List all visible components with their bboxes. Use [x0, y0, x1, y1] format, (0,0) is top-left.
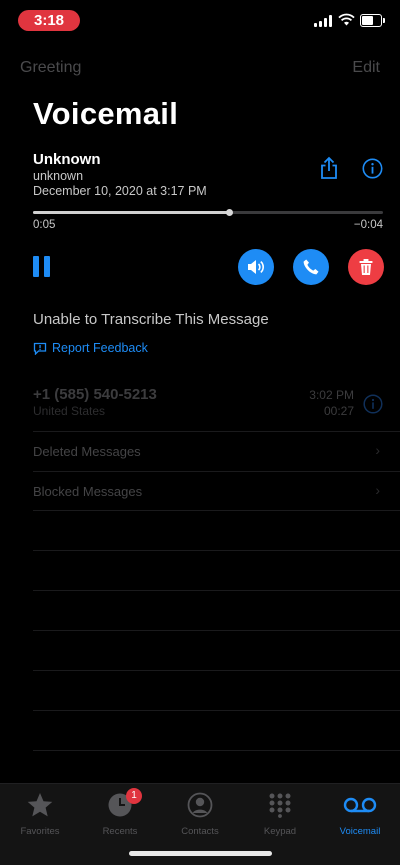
pause-button[interactable]: [33, 256, 51, 277]
playback-scrubber[interactable]: [33, 209, 383, 216]
speaker-icon: [248, 260, 264, 274]
playback-progress: [33, 211, 229, 214]
page-title: Voicemail: [33, 96, 179, 131]
person-circle-icon: [187, 792, 213, 818]
divider: [33, 510, 400, 511]
voicemail-row-number[interactable]: +1 (585) 540-5213: [33, 386, 157, 403]
divider: [33, 670, 400, 671]
chevron-right-icon: ›: [375, 442, 380, 458]
divider: [33, 750, 400, 751]
tab-voicemail[interactable]: Voicemail: [325, 792, 395, 837]
cellular-signal-icon: [314, 14, 332, 27]
voicemail-row-time: 3:02 PM: [309, 388, 354, 402]
speaker-button[interactable]: [238, 249, 274, 285]
tab-label: Keypad: [263, 826, 297, 837]
scrubber-thumb[interactable]: [226, 209, 233, 216]
tab-label: Voicemail: [339, 826, 381, 837]
tab-label: Contacts: [181, 826, 219, 837]
folder-deleted-messages[interactable]: Deleted Messages: [33, 444, 141, 459]
report-feedback-label: Report Feedback: [52, 341, 148, 355]
info-icon[interactable]: [362, 158, 383, 179]
divider: [33, 710, 400, 711]
battery-icon: [360, 14, 385, 27]
folder-blocked-messages[interactable]: Blocked Messages: [33, 484, 142, 499]
voicemail-icon: [343, 797, 377, 813]
share-icon[interactable]: [318, 156, 340, 180]
star-icon: [27, 793, 53, 817]
recents-badge: 1: [126, 788, 142, 804]
delete-button[interactable]: [348, 249, 384, 285]
speech-bubble-exclamation-icon: [33, 342, 47, 355]
tab-favorites[interactable]: Favorites: [5, 792, 75, 837]
phone-icon: [303, 259, 319, 275]
voicemail-row-duration: 00:27: [323, 404, 354, 418]
call-back-button[interactable]: [293, 249, 329, 285]
tab-label: Favorites: [20, 826, 60, 837]
tab-keypad[interactable]: Keypad: [245, 792, 315, 837]
voicemail-row-country: United States: [33, 404, 106, 418]
home-indicator[interactable]: [129, 851, 272, 856]
report-feedback-link[interactable]: Report Feedback: [33, 341, 148, 355]
wifi-icon: [338, 13, 355, 26]
elapsed-time: 0:05: [33, 219, 56, 231]
greeting-button[interactable]: Greeting: [20, 59, 81, 77]
caller-subtitle: unknown: [33, 169, 84, 183]
info-icon[interactable]: [363, 394, 383, 414]
transcription-message: Unable to Transcribe This Message: [33, 311, 269, 328]
caller-name: Unknown: [33, 151, 101, 168]
edit-button[interactable]: Edit: [352, 59, 380, 77]
divider: [33, 630, 400, 631]
remaining-time: −0:04: [353, 219, 383, 231]
divider: [33, 431, 400, 432]
status-time: 3:18: [18, 10, 80, 31]
tab-contacts[interactable]: Contacts: [165, 792, 235, 837]
trash-icon: [359, 259, 373, 275]
chevron-right-icon: ›: [375, 482, 380, 498]
tab-label: Recents: [102, 826, 138, 837]
divider: [33, 590, 400, 591]
tab-recents[interactable]: 1 Recents: [85, 788, 155, 837]
keypad-icon: [269, 793, 291, 818]
voicemail-date: December 10, 2020 at 3:17 PM: [33, 184, 207, 198]
divider: [33, 550, 400, 551]
divider: [33, 471, 400, 472]
